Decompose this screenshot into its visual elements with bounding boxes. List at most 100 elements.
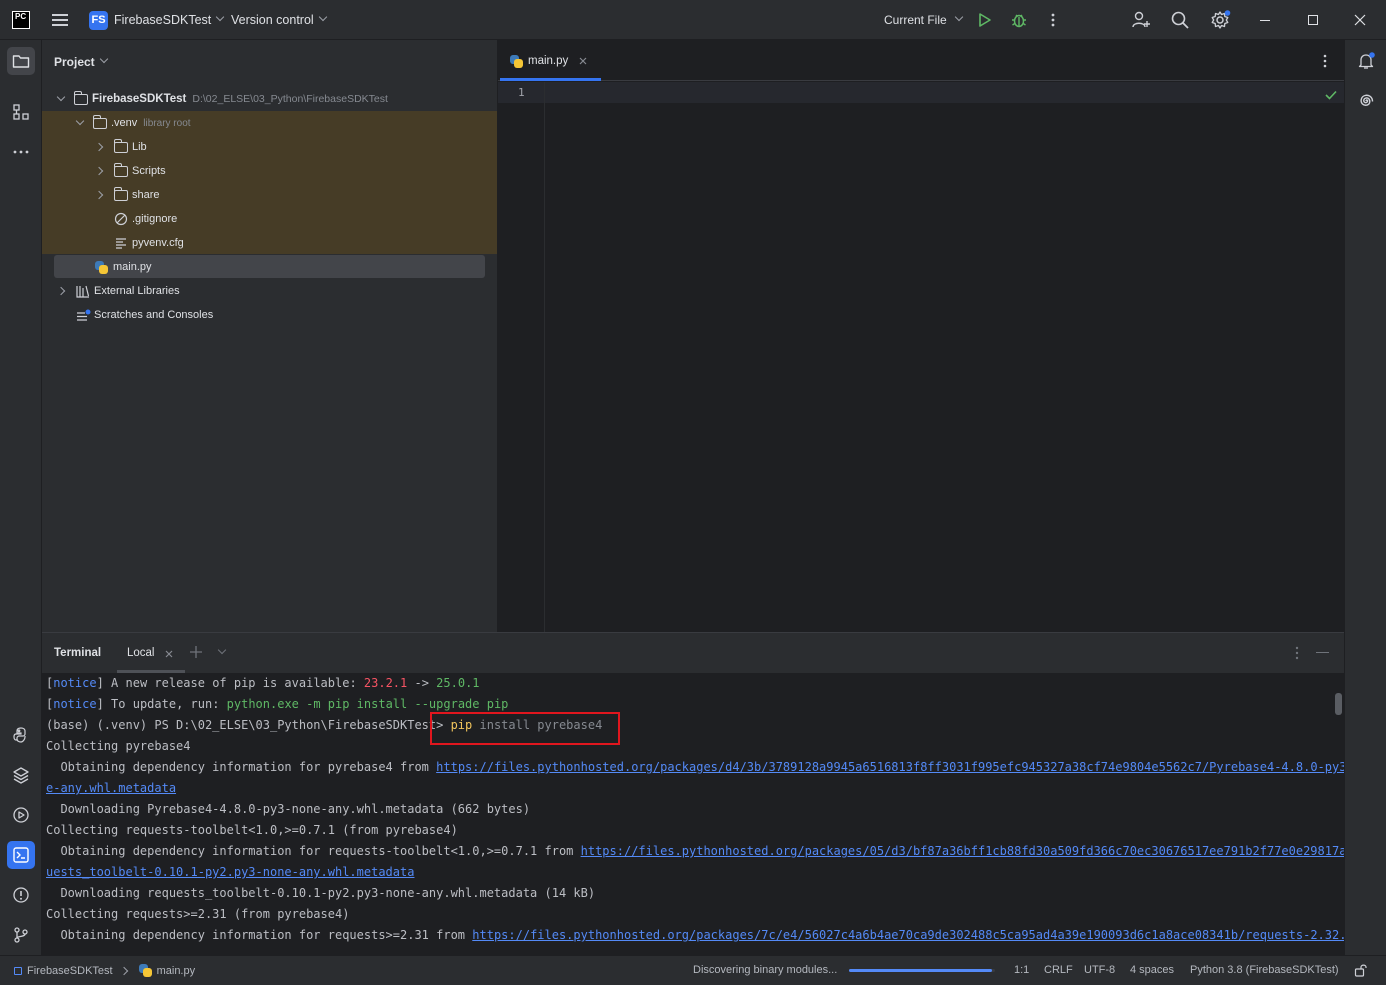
chevron-down-icon: [216, 12, 225, 22]
notifications-button[interactable]: [1352, 47, 1380, 75]
run-config-label: Current File: [884, 13, 947, 27]
tree-node-venv[interactable]: .venv library root: [75, 111, 191, 135]
warning-circle-icon: [13, 887, 29, 903]
terminal-line: Collecting requests>=2.31 (from pyrebase…: [46, 907, 350, 921]
terminal-scrollbar[interactable]: [1335, 693, 1342, 715]
python-icon: [13, 727, 26, 743]
more-actions-button[interactable]: [1050, 12, 1056, 28]
ai-assistant-button[interactable]: [1352, 87, 1380, 115]
services-tool-button[interactable]: [7, 801, 35, 829]
line-separator[interactable]: CRLF: [1044, 964, 1073, 976]
close-icon[interactable]: [578, 56, 588, 66]
tree-node-main-py[interactable]: main.py: [95, 255, 152, 279]
settings-button[interactable]: [1210, 10, 1232, 30]
terminal-dropdown-button[interactable]: [217, 645, 229, 657]
tree-node-external-libraries[interactable]: External Libraries: [56, 279, 180, 303]
chevron-right-icon: [94, 142, 104, 152]
tree-node-pyvenv[interactable]: pyvenv.cfg: [114, 231, 184, 255]
tree-node-gitignore[interactable]: .gitignore: [114, 207, 177, 231]
hide-terminal-button[interactable]: [1316, 645, 1330, 659]
project-view-selector[interactable]: Project: [54, 54, 108, 69]
minimize-button[interactable]: [1250, 10, 1280, 30]
close-window-button[interactable]: [1345, 10, 1375, 30]
terminal-line: Obtaining dependency information for pyr…: [46, 757, 1344, 778]
python-packages-button[interactable]: [7, 721, 35, 749]
code-editor-input[interactable]: [546, 82, 1344, 632]
code-with-me-button[interactable]: [1131, 10, 1151, 30]
tree-node-share[interactable]: share: [94, 183, 160, 207]
git-tool-button[interactable]: [7, 921, 35, 949]
read-only-toggle[interactable]: [1354, 963, 1368, 977]
app-logo-text: PC: [15, 12, 27, 21]
more-vertical-icon: [1051, 13, 1055, 27]
chevron-right-icon: [56, 286, 66, 296]
ignored-file-icon: [114, 212, 128, 226]
gitignore-file-name: .gitignore: [132, 213, 178, 225]
run-config-selector[interactable]: Current File: [884, 12, 963, 27]
project-panel-title: Project: [54, 55, 95, 69]
breadcrumb-file[interactable]: main.py: [157, 965, 196, 977]
breadcrumb-project[interactable]: FirebaseSDKTest: [27, 965, 113, 977]
terminal-tab-label: Local: [127, 647, 155, 659]
python-interpreter[interactable]: Python 3.8 (FirebaseSDKTest): [1190, 964, 1339, 976]
caret-position[interactable]: 1:1: [1014, 964, 1029, 976]
editor-tab-options-button[interactable]: [1322, 53, 1328, 69]
problems-tool-button[interactable]: [7, 881, 35, 909]
new-terminal-tab-button[interactable]: [189, 645, 203, 659]
layers-tool-button[interactable]: [7, 761, 35, 789]
tree-node-scripts[interactable]: Scripts: [94, 159, 166, 183]
project-tool-button[interactable]: [7, 47, 35, 75]
terminal-link[interactable]: uests_toolbelt-0.10.1-py2.py3-none-any.w…: [46, 865, 414, 879]
close-icon[interactable]: [164, 649, 174, 659]
structure-tool-button[interactable]: [7, 98, 35, 126]
project-badge: FS: [89, 10, 108, 30]
chevron-down-icon: [99, 54, 108, 64]
debug-button[interactable]: [1010, 11, 1028, 29]
terminal-line: Downloading requests_toolbelt-0.10.1-py2…: [46, 886, 596, 900]
version-control-label: Version control: [231, 13, 314, 27]
scratches-icon: [77, 309, 91, 321]
editor-tab-main-py[interactable]: main.py: [510, 53, 588, 69]
editor-tab-label: main.py: [528, 55, 569, 67]
pycharm-logo[interactable]: PC: [12, 11, 30, 29]
terminal-line: Obtaining dependency information for req…: [46, 841, 1344, 862]
main-menu-icon[interactable]: [52, 13, 68, 27]
unlock-icon: [1354, 964, 1367, 977]
terminal-output[interactable]: [notice] A new release of pip is availab…: [42, 673, 1344, 956]
more-tools-button[interactable]: [7, 138, 35, 166]
file-encoding[interactable]: UTF-8: [1084, 964, 1115, 976]
terminal-header: Terminal Local: [42, 633, 1344, 673]
text-file-icon: [116, 238, 126, 249]
spiral-icon: [1360, 94, 1374, 106]
python-file-icon: [95, 260, 108, 274]
terminal-link[interactable]: e-any.whl.metadata: [46, 781, 176, 795]
project-widget[interactable]: FS FirebaseSDKTest: [89, 10, 225, 30]
search-everywhere-button[interactable]: [1170, 10, 1190, 30]
indent-setting[interactable]: 4 spaces: [1130, 964, 1174, 976]
scratches-label: Scratches and Consoles: [94, 309, 214, 321]
tree-node-scratches[interactable]: Scratches and Consoles: [76, 303, 213, 327]
python-file-icon: [138, 964, 152, 977]
terminal-link[interactable]: https://files.pythonhosted.org/packages/…: [472, 928, 1344, 942]
terminal-options-button[interactable]: [1294, 645, 1300, 661]
terminal-tool-window: Terminal Local [notice] A new release of…: [42, 632, 1344, 955]
terminal-line: uests_toolbelt-0.10.1-py2.py3-none-any.w…: [46, 862, 414, 883]
external-libraries-label: External Libraries: [94, 285, 180, 297]
terminal-tab-local[interactable]: Local: [117, 633, 185, 673]
editor-area: main.py 1: [498, 40, 1344, 632]
terminal-link[interactable]: https://files.pythonhosted.org/packages/…: [436, 760, 1344, 774]
background-task-label[interactable]: Discovering binary modules...: [693, 964, 837, 976]
python-file-icon: [510, 54, 523, 68]
run-button[interactable]: [978, 12, 992, 28]
version-control-widget[interactable]: Version control: [231, 12, 327, 27]
inspection-status-button[interactable]: [1324, 88, 1338, 102]
tree-node-lib[interactable]: Lib: [94, 135, 147, 159]
maximize-button[interactable]: [1298, 10, 1328, 30]
terminal-line: Obtaining dependency information for req…: [46, 925, 1344, 946]
terminal-tool-button[interactable]: [7, 841, 35, 869]
terminal-line: Downloading Pyrebase4-4.8.0-py3-none-any…: [46, 802, 531, 816]
terminal-link[interactable]: https://files.pythonhosted.org/packages/…: [581, 844, 1344, 858]
chevron-right-icon: [94, 166, 104, 176]
tree-node-root[interactable]: FirebaseSDKTest D:\02_ELSE\03_Python\Fir…: [56, 87, 388, 111]
layers-icon: [13, 767, 29, 784]
